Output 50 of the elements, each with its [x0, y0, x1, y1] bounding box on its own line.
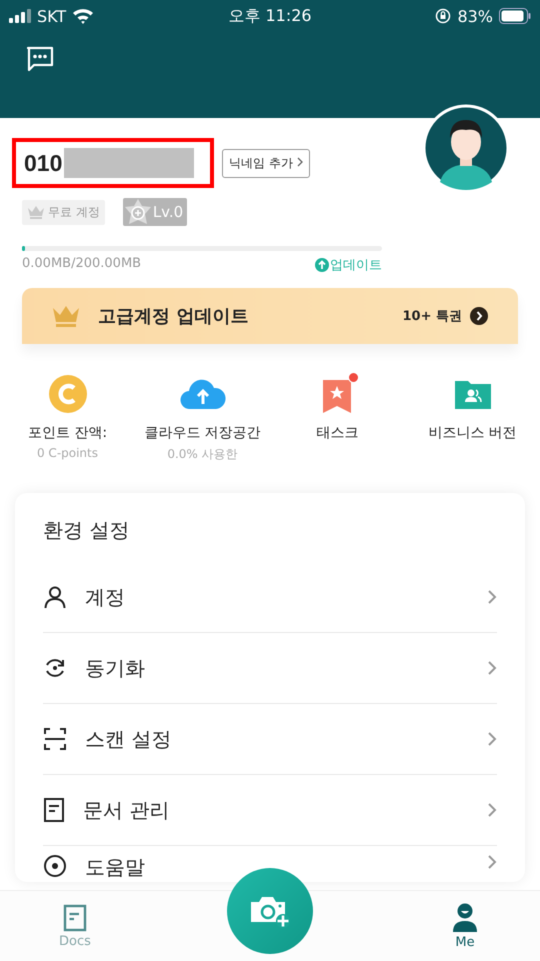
wifi-icon [72, 8, 94, 24]
chevron-icon [487, 589, 497, 605]
banner-title: 고급계정 업데이트 [98, 305, 250, 328]
status-time: 오후 11:26 [228, 6, 312, 26]
settings-title: 환경 설정 [43, 517, 130, 544]
message-icon[interactable] [26, 46, 54, 72]
phone-number: 010 [24, 150, 62, 176]
scan-icon [43, 727, 67, 751]
chevron-icon [487, 731, 497, 747]
shortcut-label[interactable]: 태스크 [316, 424, 358, 442]
settings-item[interactable]: 스캔 설정 [43, 704, 497, 775]
tab-button[interactable]: Me [430, 902, 500, 950]
settings-item[interactable]: 문서 관리 [43, 775, 497, 846]
add-nickname-button[interactable]: 닉네임 추가 [222, 148, 310, 178]
shortcut-label[interactable]: 클라우드 저장공간 [144, 424, 261, 442]
chevron-icon [487, 802, 497, 818]
battery-icon [499, 8, 531, 24]
person-icon [43, 585, 67, 609]
settings-item[interactable]: 도움말 [43, 846, 497, 882]
shortcut-label[interactable]: 비즈니스 버전 [428, 424, 517, 442]
crown-icon [27, 205, 45, 219]
camera-plus-icon [249, 894, 291, 928]
carrier-name: SKT [37, 6, 66, 26]
shortcut-label[interactable]: 포인트 잔액: [28, 424, 108, 442]
document-icon [63, 904, 87, 932]
help-icon [43, 854, 67, 878]
settings-item[interactable]: 계정 [43, 562, 497, 633]
folder-people-icon[interactable] [454, 379, 490, 409]
chevron-icon [296, 156, 303, 166]
chevron-circle-icon [470, 307, 488, 325]
rotation-lock-icon [435, 8, 452, 24]
star-medal-icon [122, 198, 153, 226]
account-type: 무료 계정 [48, 204, 100, 220]
shortcut-caption: 0 C-points [36, 446, 98, 460]
signal-icon [9, 9, 31, 23]
up-arrow-icon [315, 258, 329, 272]
coin-icon[interactable] [48, 374, 88, 414]
level-text: Lv.0 [152, 203, 184, 221]
shortcut-caption: 0.0% 사용한 [167, 446, 238, 463]
premium-banner[interactable]: 고급계정 업데이트 10+ 특권 [22, 288, 518, 344]
chevron-icon [487, 660, 497, 676]
person-icon [452, 902, 478, 932]
document-icon [43, 798, 65, 822]
crown-icon [52, 304, 80, 328]
battery-percent: 83% [457, 6, 493, 26]
cloud-upload-icon[interactable] [180, 378, 226, 410]
settings-item[interactable]: 동기화 [43, 633, 497, 704]
benefits-label: 10+ 특권 [402, 308, 462, 325]
chevron-icon [487, 854, 497, 870]
storage-usage: 0.00MB/200.00MB [22, 256, 142, 273]
